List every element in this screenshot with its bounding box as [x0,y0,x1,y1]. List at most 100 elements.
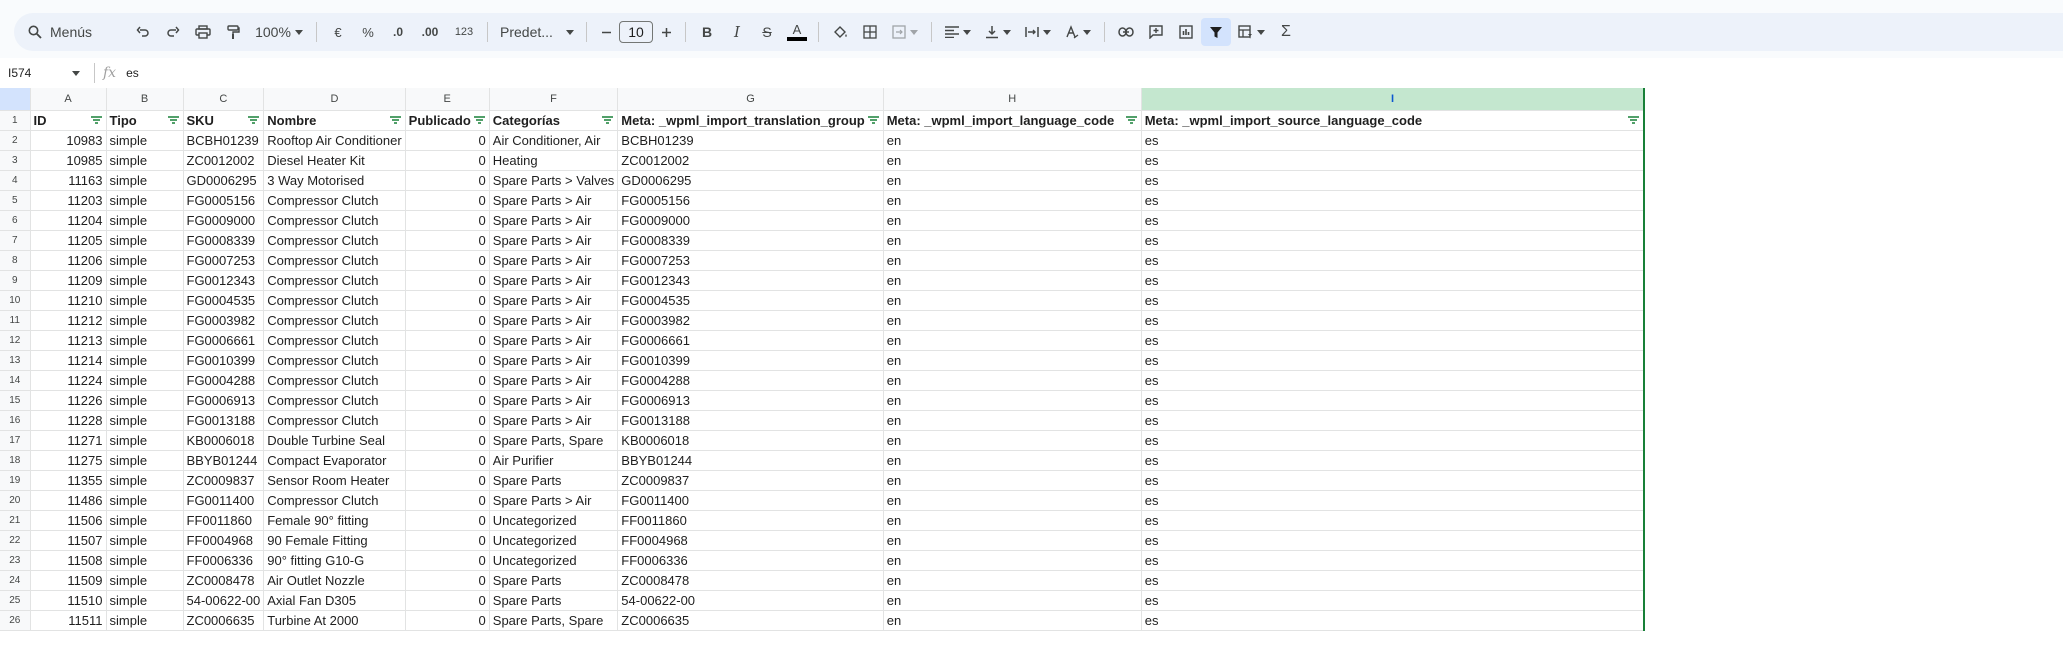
cell-id[interactable]: 11212 [30,310,107,331]
cell-language-code[interactable]: en [883,310,1142,331]
cell-source-language-code[interactable]: es [1141,550,1646,571]
cell-id[interactable]: 11204 [30,210,107,231]
insert-comment-button[interactable] [1141,18,1171,46]
bold-button[interactable]: B [692,18,722,46]
cell-id[interactable]: 11228 [30,410,107,431]
column-header-g[interactable]: G [617,88,884,111]
cell-tipo[interactable]: simple [106,350,184,371]
cell-source-language-code[interactable]: es [1141,230,1646,251]
filter-icon[interactable] [473,115,485,124]
row-header[interactable]: 18 [0,450,31,471]
cell-categorias[interactable]: Spare Parts, Spare [489,430,619,451]
cell-language-code[interactable]: en [883,270,1142,291]
cell-source-language-code[interactable]: es [1141,210,1646,231]
cell-tipo[interactable]: simple [106,130,184,151]
cell-translation-group[interactable]: FG0010399 [617,350,884,371]
cell-language-code[interactable]: en [883,330,1142,351]
filter-views-button[interactable] [1231,18,1271,46]
cell-publicado[interactable]: 0 [405,230,490,251]
row-header[interactable]: 5 [0,190,31,211]
cell-categorias[interactable]: Uncategorized [489,530,619,551]
cell-sku[interactable]: FG0006661 [183,330,265,351]
row-header[interactable]: 8 [0,250,31,271]
cell-sku[interactable]: BCBH01239 [183,130,265,151]
cell-translation-group[interactable]: FG0004288 [617,370,884,391]
cell-publicado[interactable]: 0 [405,210,490,231]
cell-translation-group[interactable]: KB0006018 [617,430,884,451]
cell-source-language-code[interactable]: es [1141,430,1646,451]
row-header[interactable]: 2 [0,130,31,151]
cell-language-code[interactable]: en [883,490,1142,511]
column-header-d[interactable]: D [263,88,406,111]
filter-icon[interactable] [602,115,614,124]
row-header[interactable]: 12 [0,330,31,351]
cell-sku[interactable]: FG0006913 [183,390,265,411]
cell-language-code[interactable]: en [883,510,1142,531]
row-header[interactable]: 25 [0,590,31,611]
cell-language-code[interactable]: en [883,590,1142,611]
cell-sku[interactable]: FG0004535 [183,290,265,311]
cell-categorias[interactable]: Air Purifier [489,450,619,471]
cell-translation-group[interactable]: FG0012343 [617,270,884,291]
cell-publicado[interactable]: 0 [405,470,490,491]
horizontal-align-button[interactable] [938,18,978,46]
cell-tipo[interactable]: simple [106,570,184,591]
row-header[interactable]: 3 [0,150,31,171]
cell-categorias[interactable]: Spare Parts > Air [489,310,619,331]
cell-translation-group[interactable]: FF0011860 [617,510,884,531]
cell-tipo[interactable]: simple [106,370,184,391]
cell-header-sku[interactable]: SKU [183,110,265,131]
cell-tipo[interactable]: simple [106,170,184,191]
cell-nombre[interactable]: Rooftop Air Conditioner [263,130,406,151]
cell-publicado[interactable]: 0 [405,310,490,331]
cell-language-code[interactable]: en [883,410,1142,431]
cell-tipo[interactable]: simple [106,470,184,491]
cell-tipo[interactable]: simple [106,590,184,611]
cell-categorias[interactable]: Spare Parts > Air [489,210,619,231]
cell-categorias[interactable]: Spare Parts > Air [489,390,619,411]
cell-categorias[interactable]: Spare Parts [489,570,619,591]
cell-tipo[interactable]: simple [106,490,184,511]
cell-tipo[interactable]: simple [106,330,184,351]
cell-nombre[interactable]: 90 Female Fitting [263,530,406,551]
insert-chart-button[interactable] [1171,18,1201,46]
cell-publicado[interactable]: 0 [405,530,490,551]
cell-header-translation-group[interactable]: Meta: _wpml_import_translation_group [617,110,884,131]
cell-translation-group[interactable]: FG0006661 [617,330,884,351]
cell-source-language-code[interactable]: es [1141,610,1646,631]
cell-source-language-code[interactable]: es [1141,190,1646,211]
cell-source-language-code[interactable]: es [1141,490,1646,511]
cell-id[interactable]: 11224 [30,370,107,391]
cell-nombre[interactable]: Compressor Clutch [263,290,406,311]
cell-language-code[interactable]: en [883,390,1142,411]
cell-language-code[interactable]: en [883,430,1142,451]
cell-categorias[interactable]: Spare Parts > Air [489,370,619,391]
row-header[interactable]: 21 [0,510,31,531]
filter-icon[interactable] [1125,115,1137,124]
cell-tipo[interactable]: simple [106,410,184,431]
cell-sku[interactable]: FG0013188 [183,410,265,431]
cell-translation-group[interactable]: FF0004968 [617,530,884,551]
cell-source-language-code[interactable]: es [1141,450,1646,471]
cell-id[interactable]: 11511 [30,610,107,631]
menus-search[interactable]: Menús [18,18,128,46]
cell-source-language-code[interactable]: es [1141,310,1646,331]
cell-sku[interactable]: BBYB01244 [183,450,265,471]
cell-source-language-code[interactable]: es [1141,330,1646,351]
row-header[interactable]: 22 [0,530,31,551]
cell-nombre[interactable]: Compressor Clutch [263,410,406,431]
cell-nombre[interactable]: Compressor Clutch [263,230,406,251]
cell-source-language-code[interactable]: es [1141,590,1646,611]
cell-sku[interactable]: FG0009000 [183,210,265,231]
cell-source-language-code[interactable]: es [1141,150,1646,171]
borders-button[interactable] [855,18,885,46]
cell-source-language-code[interactable]: es [1141,410,1646,431]
row-header[interactable]: 7 [0,230,31,251]
cell-id[interactable]: 11226 [30,390,107,411]
cell-translation-group[interactable]: FG0004535 [617,290,884,311]
cell-sku[interactable]: FG0005156 [183,190,265,211]
cell-sku[interactable]: FF0011860 [183,510,265,531]
currency-format-button[interactable]: € [323,18,353,46]
cell-publicado[interactable]: 0 [405,190,490,211]
cell-id[interactable]: 11355 [30,470,107,491]
